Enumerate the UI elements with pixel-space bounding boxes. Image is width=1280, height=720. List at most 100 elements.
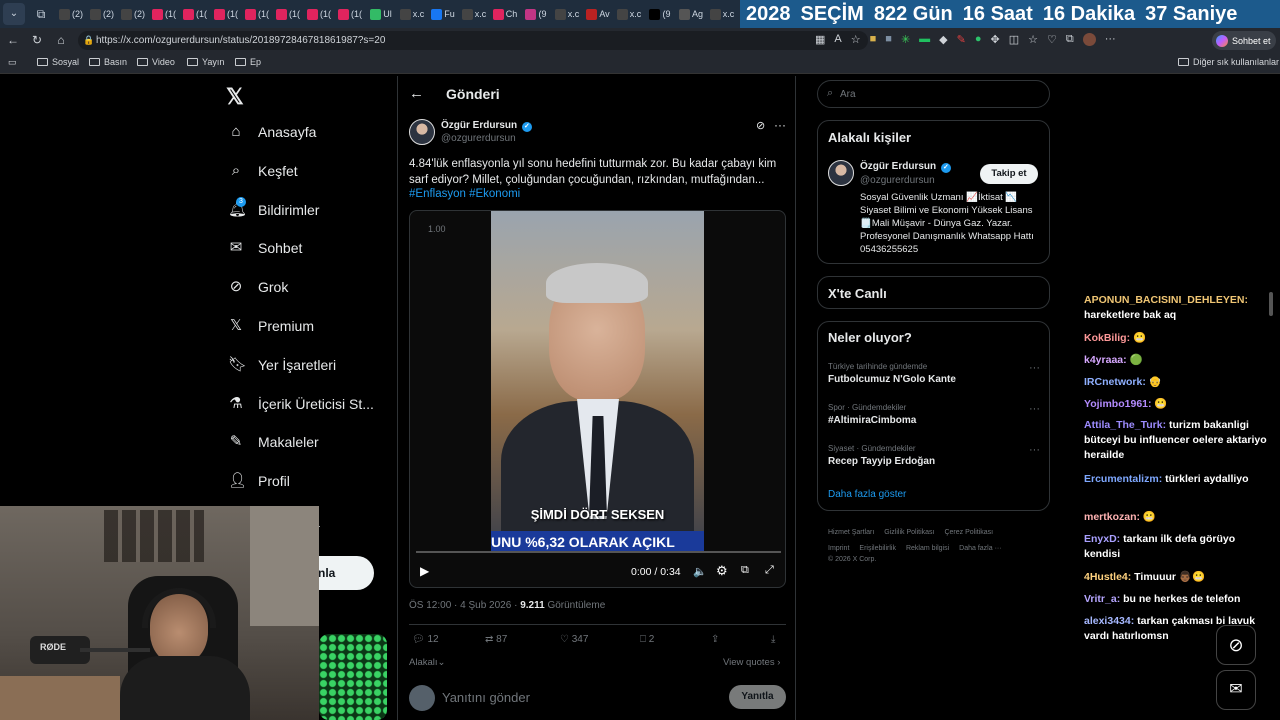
back-icon[interactable]: ←	[6, 33, 20, 47]
browser-tab[interactable]: (1(	[149, 4, 179, 24]
extension-icon[interactable]: ◆	[939, 33, 947, 46]
browser-tab[interactable]: x.c	[614, 4, 644, 24]
browser-tab[interactable]: (1(	[211, 4, 241, 24]
repost-button[interactable]: ⇄ 87	[485, 634, 507, 645]
bookmark-folder-other[interactable]: Diğer sık kullanılanlar	[1178, 57, 1279, 67]
grok-float-button[interactable]: ⊘	[1216, 625, 1256, 665]
follow-button[interactable]: Takip et	[980, 164, 1038, 184]
browser-tab[interactable]: x.c	[707, 4, 737, 24]
bookmark-folder[interactable]: Sosyal	[37, 57, 79, 67]
home-icon[interactable]: ⌂	[54, 33, 68, 47]
extension-icon[interactable]: ▬	[919, 33, 930, 46]
browser-tab[interactable]: (2)	[56, 4, 86, 24]
extension-icon[interactable]: ■	[885, 33, 892, 46]
favorites-icon[interactable]: ☆	[1028, 33, 1038, 46]
nav-item-profile[interactable]: 👤︎ Profil	[228, 473, 290, 490]
nav-item-home[interactable]: ⌂ Anasayfa	[228, 124, 316, 141]
x-logo[interactable]: 𝕏	[226, 84, 244, 110]
chat-username[interactable]: mertkozan:	[1084, 511, 1140, 523]
browser-tab[interactable]: (9	[521, 4, 551, 24]
picture-in-picture-icon[interactable]: ⧉	[741, 564, 749, 577]
view-quotes-link[interactable]: View quotes ›	[723, 657, 780, 668]
x-live-card[interactable]: X'te Canlı	[817, 276, 1050, 309]
nav-item-bookmarks[interactable]: 🔖︎ Yer İşaretleri	[228, 356, 336, 373]
chat-username[interactable]: Ercumentalizm:	[1084, 473, 1162, 485]
volume-icon[interactable]: 🔈	[693, 565, 707, 578]
browser-tab[interactable]: Ch	[490, 4, 520, 24]
more-icon[interactable]: ···	[1105, 33, 1116, 46]
chat-username[interactable]: EnyxD:	[1084, 533, 1120, 545]
nav-item-notifications[interactable]: 🔔︎ 3 Bildirimler	[228, 196, 319, 218]
chat-username[interactable]: KokBilig:	[1084, 332, 1130, 344]
settings-gear-icon[interactable]: ⚙	[716, 563, 728, 579]
bookmark-button[interactable]: ⎕ 2	[640, 634, 654, 645]
share-icon[interactable]: ⇪	[711, 634, 719, 645]
workspaces-icon[interactable]: ⧉	[31, 4, 51, 24]
chat-username[interactable]: alexi3434:	[1084, 615, 1134, 627]
chat-username[interactable]: Yojimbo1961:	[1084, 398, 1152, 410]
post-hashtags[interactable]: #Enflasyon #Ekonomi	[409, 188, 520, 200]
chat-username[interactable]: 4Hustle4:	[1084, 571, 1131, 583]
grid-icon[interactable]: ▦	[815, 33, 825, 46]
browser-tab[interactable]: (2)	[87, 4, 117, 24]
browser-tab[interactable]: (9	[645, 4, 675, 24]
url-field[interactable]: 🔒 https://x.com/ozgurerdursun/status/201…	[78, 31, 868, 50]
author-handle[interactable]: @ozgurerdursun	[441, 133, 516, 144]
play-icon[interactable]: ▶	[420, 564, 429, 578]
footer-link[interactable]: Daha fazla ···	[959, 545, 1001, 552]
trend-more-icon[interactable]: ···	[1029, 403, 1040, 415]
collections-icon[interactable]: ⧉	[1066, 33, 1074, 46]
nav-item-explore[interactable]: ⌕ Keşfet	[228, 162, 298, 179]
browser-tab[interactable]: (1(	[273, 4, 303, 24]
profile-avatar-icon[interactable]	[1082, 33, 1096, 46]
footer-link[interactable]: Imprint	[828, 545, 849, 552]
nav-item-messages[interactable]: ✉ Sohbet	[228, 240, 303, 257]
author-avatar[interactable]	[409, 119, 435, 145]
footer-link[interactable]: Erişilebilirlik	[859, 545, 896, 552]
grok-icon[interactable]: ⊘	[756, 119, 765, 132]
trend-more-icon[interactable]: ···	[1029, 362, 1040, 374]
browser-tab[interactable]: (1(	[304, 4, 334, 24]
tab-actions-icon[interactable]: ⌄	[3, 3, 25, 25]
person-avatar[interactable]	[828, 160, 854, 186]
extensions-puzzle-icon[interactable]: ✥	[991, 33, 1000, 46]
trend-more-icon[interactable]: ···	[1029, 444, 1040, 456]
footer-link[interactable]: Hizmet Şartları	[828, 529, 874, 536]
back-arrow-icon[interactable]: ←	[409, 85, 424, 102]
browser-tab[interactable]: (1(	[180, 4, 210, 24]
read-aloud-icon[interactable]: A	[834, 33, 841, 46]
reload-icon[interactable]: ↻	[30, 33, 44, 47]
chat-username[interactable]: Vritr_a:	[1084, 593, 1120, 605]
trend-item[interactable]: Siyaset · Gündemdekiler Recep Tayyip Erdo…	[828, 444, 1040, 467]
person-name[interactable]: Özgür Erdursun ✓	[860, 161, 951, 173]
chat-username[interactable]: APONUN_BACISINI_DEHLEYEN:	[1084, 294, 1248, 306]
browser-tab[interactable]: (1(	[242, 4, 272, 24]
browser-tab[interactable]: x.c	[397, 4, 427, 24]
favorite-star-icon[interactable]: ☆	[851, 33, 861, 46]
extension-icon[interactable]: ✎	[957, 33, 966, 46]
author-name[interactable]: Özgür Erdursun ✓	[441, 120, 532, 132]
bookmark-folder[interactable]: Ep	[235, 57, 261, 67]
bookmark-folder[interactable]: Yayın	[187, 57, 224, 67]
browser-tab[interactable]: (2)	[118, 4, 148, 24]
nav-item-creator-studio[interactable]: ⚗ İçerik Üreticisi St...	[228, 395, 374, 412]
chat-username[interactable]: Attila_The_Turk:	[1084, 419, 1166, 431]
browser-essentials-icon[interactable]: ♡	[1047, 33, 1057, 46]
nav-item-grok[interactable]: ⊘ Grok	[228, 279, 289, 296]
browser-tab[interactable]: Ag	[676, 4, 706, 24]
browser-tab[interactable]: (1(	[335, 4, 365, 24]
browser-tab[interactable]: Av	[583, 4, 613, 24]
footer-link[interactable]: Reklam bilgisi	[906, 545, 949, 552]
video-progress-track[interactable]	[416, 551, 781, 553]
copilot-chat-button[interactable]: Sohbet et	[1212, 31, 1276, 50]
like-button[interactable]: ♡ 347	[560, 634, 588, 645]
nav-item-articles[interactable]: ✎ Makaleler	[228, 434, 319, 451]
bookmark-folder[interactable]: Basın	[89, 57, 127, 67]
nav-item-premium[interactable]: 𝕏 Premium	[228, 318, 314, 335]
reading-list-icon[interactable]: ▭	[8, 57, 17, 68]
messages-float-button[interactable]: ✉	[1216, 670, 1256, 710]
post-timestamp[interactable]: ÖS 12:00 · 4 Şub 2026 ·	[409, 600, 520, 611]
browser-tab[interactable]: x.c	[459, 4, 489, 24]
related-toggle[interactable]: Alakalı⌄	[409, 657, 445, 668]
reply-button[interactable]: 💬︎ 12	[412, 634, 439, 645]
